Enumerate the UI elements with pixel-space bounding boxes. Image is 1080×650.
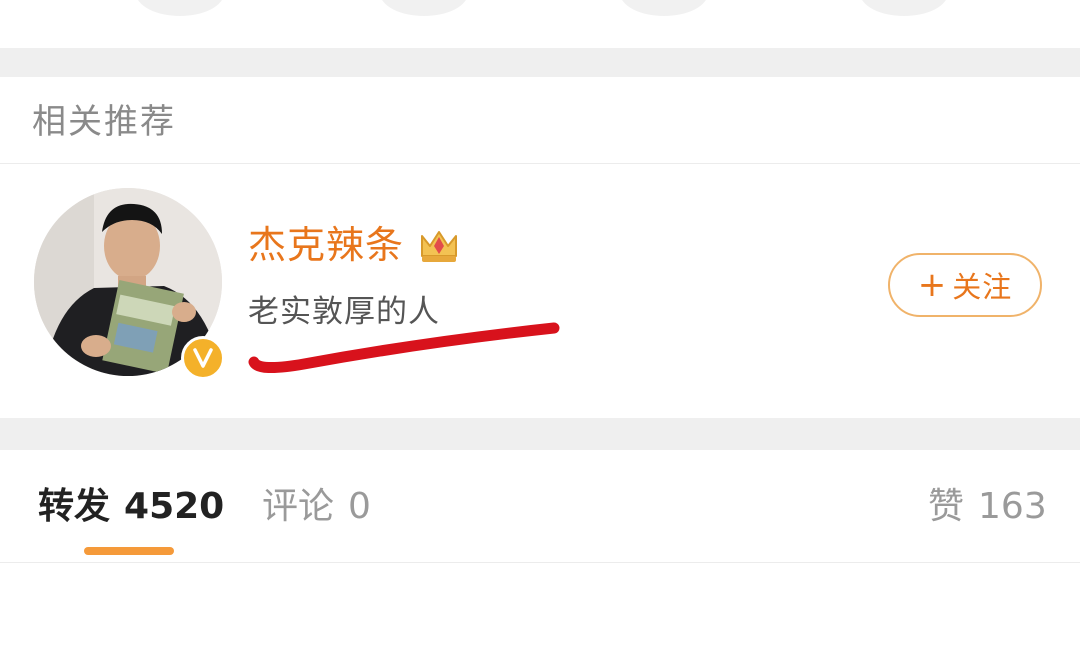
section-title: 相关推荐 bbox=[32, 102, 176, 142]
red-underline-annotation bbox=[248, 322, 560, 373]
action-icon-4[interactable] bbox=[860, 0, 948, 16]
follow-button[interactable]: + 关注 bbox=[888, 253, 1042, 317]
tab-comment[interactable]: 评论 0 bbox=[262, 482, 371, 532]
verified-badge-icon bbox=[181, 336, 225, 380]
section-divider bbox=[0, 48, 1080, 77]
tab-repost[interactable]: 转发 4520 bbox=[38, 482, 224, 532]
action-icon-2[interactable] bbox=[380, 0, 468, 16]
repost-count: 4520 bbox=[124, 486, 225, 527]
crown-icon bbox=[421, 231, 457, 262]
user-name[interactable]: 杰克辣条 bbox=[248, 220, 404, 270]
active-tab-indicator bbox=[84, 547, 174, 555]
comment-count: 0 bbox=[348, 486, 371, 527]
top-action-bar bbox=[0, 0, 1080, 48]
follow-label: 关注 bbox=[952, 270, 1013, 304]
action-icon-1[interactable] bbox=[136, 0, 224, 16]
plus-icon: + bbox=[917, 265, 947, 305]
action-icon-3[interactable] bbox=[620, 0, 708, 16]
like-count: 163 bbox=[978, 486, 1047, 527]
section-divider-2 bbox=[0, 418, 1080, 450]
tab-like[interactable]: 赞 163 bbox=[928, 482, 1047, 532]
